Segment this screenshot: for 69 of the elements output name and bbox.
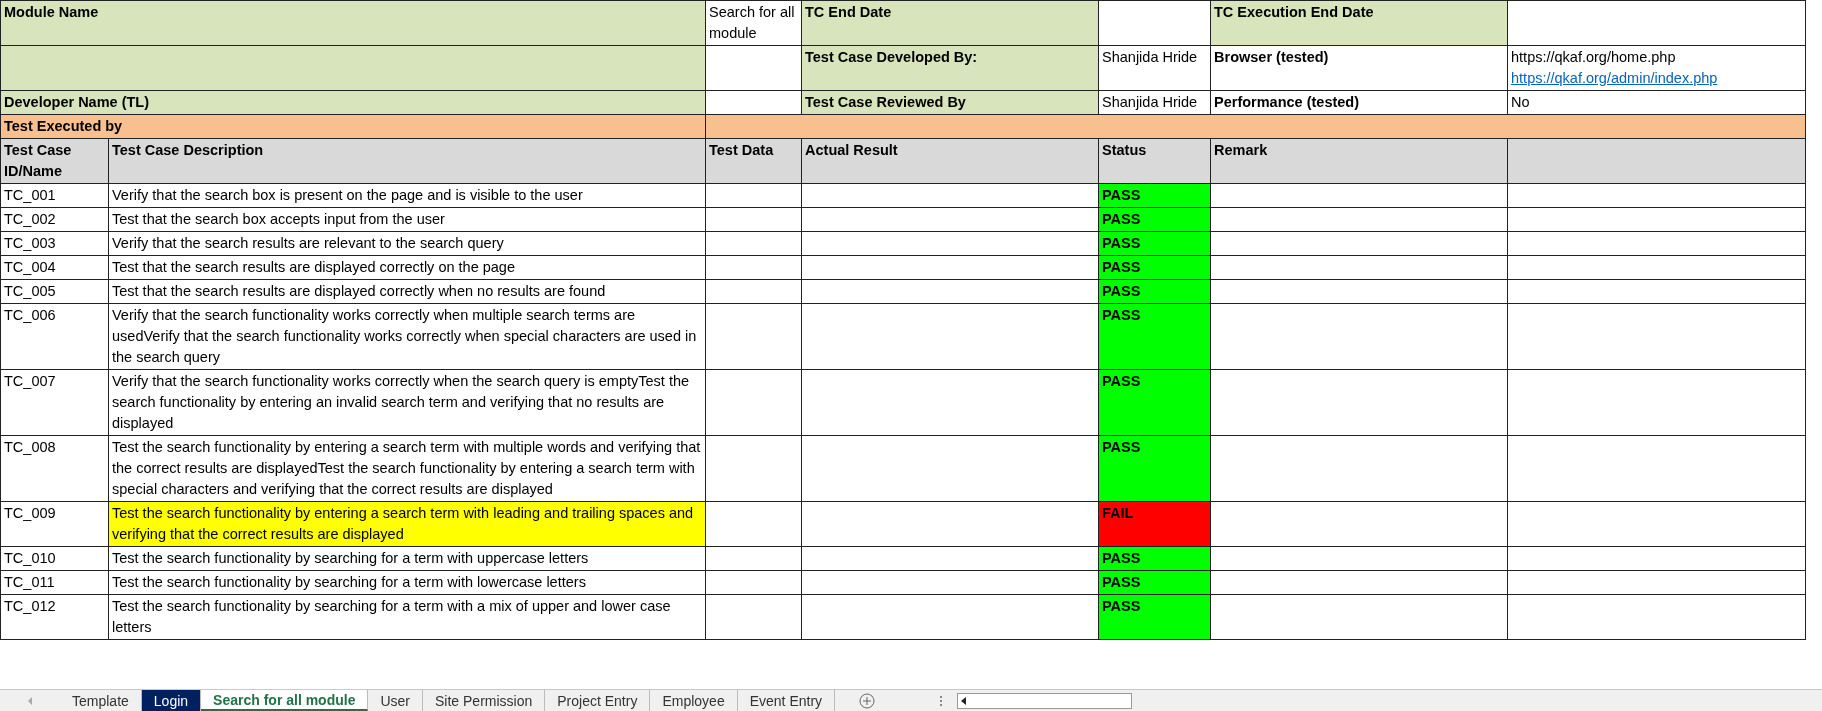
field-label: TC Execution End Date — [1210, 0, 1508, 46]
table-cell: Test the search functionality by searching for a term with uppercase letters — [108, 546, 706, 571]
table-cell: TC_007 — [0, 369, 109, 436]
status-cell: PASS — [1098, 369, 1211, 436]
table-cell: Verify that the search results are relevant to the search query — [108, 231, 706, 256]
horizontal-scrollbar[interactable] — [957, 692, 1132, 709]
status-cell: FAIL — [1098, 501, 1211, 547]
more-icon[interactable] — [939, 694, 943, 707]
table-cell: TC_003 — [0, 231, 109, 256]
table-cell: TC_012 — [0, 594, 109, 640]
table-cell: Test the search functionality by searching for a term with lowercase letters — [108, 570, 706, 595]
field-label: Test Case Reviewed By — [801, 90, 1099, 115]
field-value: Shanjida Hride — [1098, 45, 1211, 91]
scroll-left-icon[interactable] — [961, 696, 966, 705]
field-value: Search for all module — [705, 0, 802, 46]
table-cell: Verify that the search functionality works correctly when the search query is emptyTest the search functionality by entering an invalid search term and verifying that no results are displayed — [108, 369, 706, 436]
field-label: Performance (tested) — [1210, 90, 1508, 115]
column-header: Test Case ID/Name — [0, 138, 109, 184]
column-header: Status — [1098, 138, 1211, 184]
sheet-tab[interactable]: User — [368, 690, 423, 711]
status-cell: PASS — [1098, 279, 1211, 304]
status-cell: PASS — [1098, 231, 1211, 256]
table-cell: Test the search functionality by entering a search term with multiple words and verifying that the correct results are displayedTest the search functionality by entering a search term with special characters and verifying that the correct results are displayed — [108, 435, 706, 502]
column-header: Test Case Description — [108, 138, 706, 184]
sheet-tab[interactable]: Project Entry — [545, 690, 651, 711]
field-value: No — [1507, 90, 1806, 115]
sheet-tab[interactable]: Search for all module — [201, 690, 369, 711]
status-cell: PASS — [1098, 183, 1211, 208]
table-cell: TC_009 — [0, 501, 109, 547]
column-header: Test Data — [705, 138, 802, 184]
status-cell: PASS — [1098, 570, 1211, 595]
table-cell: TC_001 — [0, 183, 109, 208]
table-cell: TC_010 — [0, 546, 109, 571]
status-cell: PASS — [1098, 303, 1211, 370]
table-cell: TC_011 — [0, 570, 109, 595]
sheet-tab[interactable]: Site Permission — [423, 690, 546, 711]
status-cell: PASS — [1098, 594, 1211, 640]
table-cell: TC_008 — [0, 435, 109, 502]
section-label: Test Executed by — [0, 114, 706, 139]
table-cell: TC_004 — [0, 255, 109, 280]
sheet-tab[interactable]: Event Entry — [737, 690, 836, 711]
field-label: Developer Name (TL) — [0, 90, 706, 115]
field-label: TC End Date — [801, 0, 1099, 46]
url-link[interactable]: https://qkaf.org/admin/index.php — [1511, 70, 1718, 86]
table-cell: Test the search functionality by entering a search term with leading and trailing spaces and verifying that the correct results are displayed — [108, 501, 706, 547]
field-label: Test Case Developed By: — [801, 45, 1099, 91]
table-cell: TC_005 — [0, 279, 109, 304]
sheet-tab[interactable]: Login — [141, 690, 202, 711]
table-cell: Test that the search results are displayed correctly on the page — [108, 255, 706, 280]
sheet-tab[interactable]: Template — [60, 690, 142, 711]
field-label: Module Name — [0, 0, 706, 46]
table-cell: TC_002 — [0, 207, 109, 232]
table-cell: Test that the search results are displayed correctly when no results are found — [108, 279, 706, 304]
status-cell: PASS — [1098, 435, 1211, 502]
table-cell: Verify that the search functionality works correctly when multiple search terms are usedVerify that the search functionality works correctly when special characters are used in the search query — [108, 303, 706, 370]
table-cell: Verify that the search box is present on the page and is visible to the user — [108, 183, 706, 208]
status-cell: PASS — [1098, 546, 1211, 571]
url-text: https://qkaf.org/home.php — [1511, 49, 1676, 65]
column-header: Remark — [1210, 138, 1508, 184]
table-cell: TC_006 — [0, 303, 109, 370]
column-header: Actual Result — [801, 138, 1099, 184]
add-sheet-icon[interactable] — [859, 692, 876, 709]
table-cell: Test the search functionality by searching for a term with a mix of upper and lower case letters — [108, 594, 706, 640]
status-cell: PASS — [1098, 207, 1211, 232]
status-cell: PASS — [1098, 255, 1211, 280]
field-label: Browser (tested) — [1210, 45, 1508, 91]
field-value: Shanjida Hride — [1098, 90, 1211, 115]
sheet-tab[interactable]: Employee — [650, 690, 738, 711]
table-cell: Test that the search box accepts input from the user — [108, 207, 706, 232]
